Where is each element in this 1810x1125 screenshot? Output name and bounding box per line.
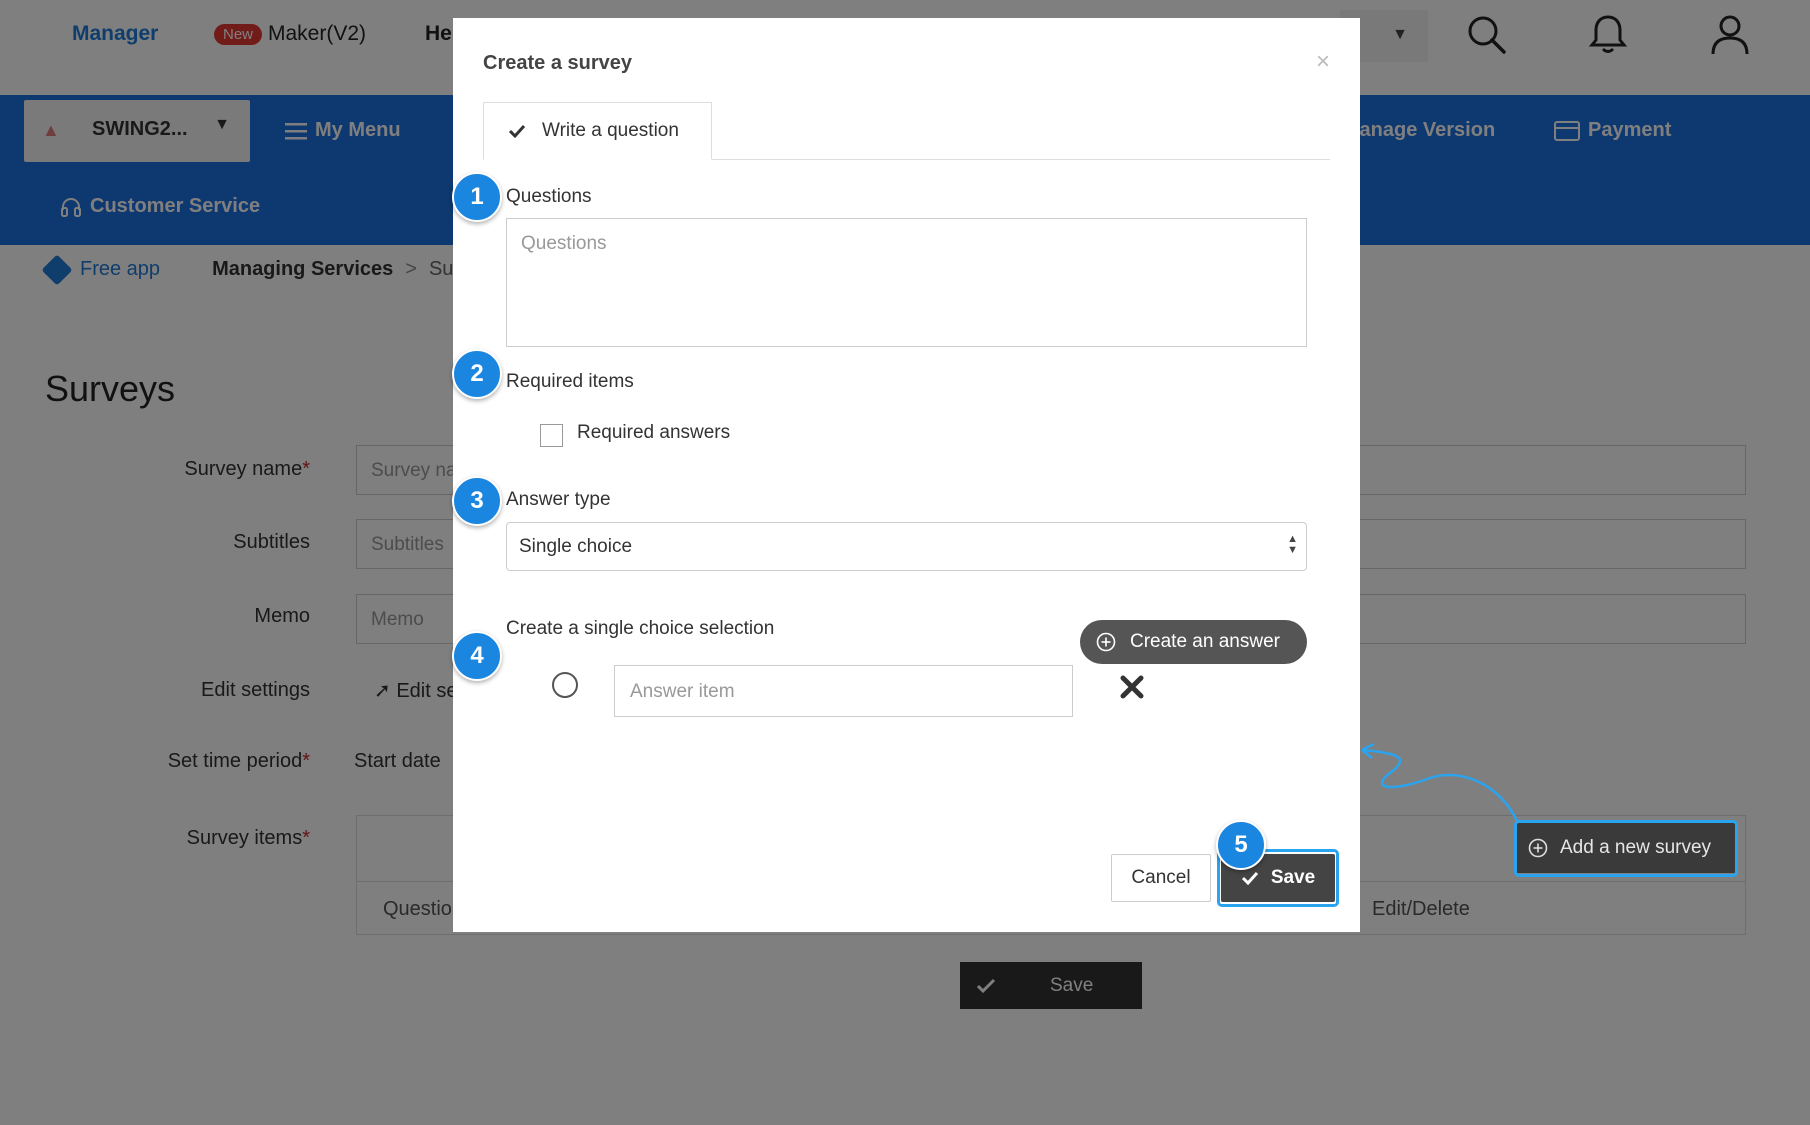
answer-type-select[interactable]: Single choice ▲ ▼ [506, 522, 1307, 571]
step-badge-3: 3 [452, 476, 502, 526]
cancel-button[interactable]: Cancel [1111, 854, 1211, 902]
check-icon [508, 124, 526, 138]
tab-write-question-label: Write a question [542, 120, 679, 141]
step-badge-2: 2 [452, 349, 502, 399]
step-badge-4: 4 [452, 631, 502, 681]
answer-type-label: Answer type [506, 489, 611, 510]
create-answer-button[interactable]: Create an answer [1080, 620, 1307, 664]
questions-label: Questions [506, 186, 592, 207]
modal-title: Create a survey [483, 52, 632, 74]
required-items-label: Required items [506, 371, 634, 392]
tab-write-question[interactable]: Write a question [483, 102, 712, 160]
single-choice-label: Create a single choice selection [506, 618, 775, 639]
answer-item-input[interactable]: Answer item [614, 665, 1073, 717]
required-answers-label: Required answers [577, 422, 731, 443]
callout-arrow [1361, 742, 1520, 824]
answer-type-value: Single choice [519, 536, 633, 557]
step-badge-1: 1 [452, 172, 502, 222]
plus-circle-icon [1096, 632, 1116, 652]
select-arrows-icon: ▲ ▼ [1287, 533, 1298, 556]
required-answers-checkbox[interactable] [540, 424, 563, 447]
close-icon[interactable]: × [1316, 48, 1330, 76]
step-badge-5: 5 [1216, 820, 1266, 870]
add-survey-highlight [1514, 820, 1738, 877]
create-answer-label: Create an answer [1130, 631, 1280, 652]
questions-textarea[interactable]: Questions [506, 218, 1307, 347]
answer-radio[interactable] [552, 672, 578, 698]
delete-icon[interactable] [1117, 672, 1147, 702]
create-survey-modal: Create a survey × Write a question Quest… [453, 18, 1360, 932]
